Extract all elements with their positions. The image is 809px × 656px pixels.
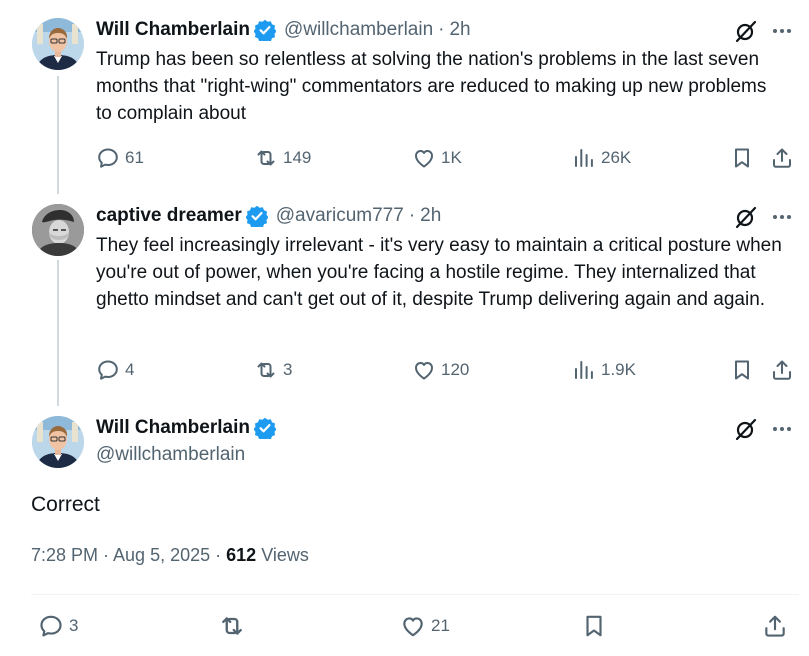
main-tweet-text: Correct [31, 493, 100, 516]
like-icon [412, 358, 436, 382]
reply-button[interactable]: 61 [96, 144, 144, 172]
divider [31, 594, 799, 595]
handle[interactable]: @willchamberlain [284, 19, 433, 41]
repost-icon [218, 612, 246, 640]
bookmark-button[interactable] [730, 356, 754, 384]
thread-line [57, 260, 59, 406]
bookmark-button[interactable] [730, 144, 754, 172]
like-button[interactable]: 1K [412, 144, 462, 172]
views-button[interactable]: 26K [572, 144, 631, 172]
like-icon [400, 613, 426, 639]
verified-badge-icon [254, 417, 276, 439]
timestamp[interactable]: 2h [420, 205, 441, 227]
views-button[interactable]: 1.9K [572, 356, 636, 384]
views-icon [572, 358, 596, 382]
grok-icon[interactable] [734, 205, 758, 229]
verified-badge-icon [254, 19, 276, 41]
views-count: 26K [601, 148, 632, 167]
action-bar: 61 149 1K 26K [96, 144, 796, 172]
views-count: 1.9K [601, 360, 636, 379]
handle[interactable]: @willchamberlain [96, 444, 245, 466]
timestamp[interactable]: 7:28 PM · Aug 5, 2025 [31, 545, 210, 565]
share-button[interactable] [770, 356, 794, 384]
tweet-meta: 7:28 PM · Aug 5, 2025 · 612 Views [31, 545, 309, 566]
share-icon [762, 613, 788, 639]
share-icon [770, 358, 794, 382]
display-name[interactable]: Will Chamberlain [96, 19, 250, 41]
avatar[interactable] [32, 416, 84, 468]
tweet-header: captive dreamer @avaricum777 · 2h [96, 205, 441, 227]
action-bar: 4 3 120 1.9K [96, 356, 796, 384]
reply-count: 4 [125, 360, 135, 379]
reply-icon [96, 358, 120, 382]
like-button[interactable]: 21 [400, 612, 450, 640]
reply-count: 61 [125, 148, 144, 167]
repost-button[interactable]: 3 [254, 356, 292, 384]
reply-count: 3 [69, 616, 79, 635]
like-count: 120 [441, 360, 470, 379]
more-icon[interactable] [770, 205, 794, 229]
handle[interactable]: @avaricum777 [276, 205, 404, 227]
avatar[interactable] [32, 204, 84, 256]
repost-button[interactable] [218, 612, 251, 640]
verified-badge-icon [246, 205, 268, 227]
repost-icon [254, 146, 278, 170]
more-icon[interactable] [770, 19, 794, 43]
display-name[interactable]: captive dreamer [96, 205, 242, 227]
avatar[interactable] [32, 18, 84, 70]
repost-icon [254, 358, 278, 382]
like-button[interactable]: 120 [412, 356, 469, 384]
tweet-text: Trump has been so relentless at solving … [96, 49, 767, 124]
views-icon [572, 146, 596, 170]
separator-dot: · [408, 205, 416, 226]
like-icon [412, 146, 436, 170]
grok-icon[interactable] [734, 19, 758, 43]
grok-icon[interactable] [734, 417, 758, 441]
bookmark-icon [581, 613, 607, 639]
bookmark-icon [730, 358, 754, 382]
share-button[interactable] [770, 144, 794, 172]
more-icon[interactable] [770, 417, 794, 441]
separator-dot: · [438, 19, 445, 40]
main-action-bar: 3 21 [38, 612, 798, 640]
main-tweet-header: Will Chamberlain [96, 417, 284, 439]
views-count: 612 [226, 545, 257, 565]
tweet-text: They feel increasingly irrelevant - it's… [96, 235, 782, 310]
repost-count: 3 [283, 360, 293, 379]
bookmark-icon [730, 146, 754, 170]
reply-icon [96, 146, 120, 170]
reply-icon [38, 613, 64, 639]
separator-dot: · [215, 545, 227, 565]
thread-line [57, 76, 59, 194]
display-name[interactable]: Will Chamberlain [96, 417, 250, 439]
share-icon [770, 146, 794, 170]
bookmark-button[interactable] [581, 612, 607, 640]
timestamp[interactable]: 2h [449, 19, 470, 41]
share-button[interactable] [762, 612, 788, 640]
views-label: Views [261, 545, 309, 565]
reply-button[interactable]: 3 [38, 612, 78, 640]
like-count: 21 [431, 616, 450, 635]
reply-button[interactable]: 4 [96, 356, 134, 384]
like-count: 1K [441, 148, 462, 167]
tweet-header: Will Chamberlain @willchamberlain · 2h [96, 19, 471, 41]
repost-count: 149 [283, 148, 312, 167]
repost-button[interactable]: 149 [254, 144, 311, 172]
